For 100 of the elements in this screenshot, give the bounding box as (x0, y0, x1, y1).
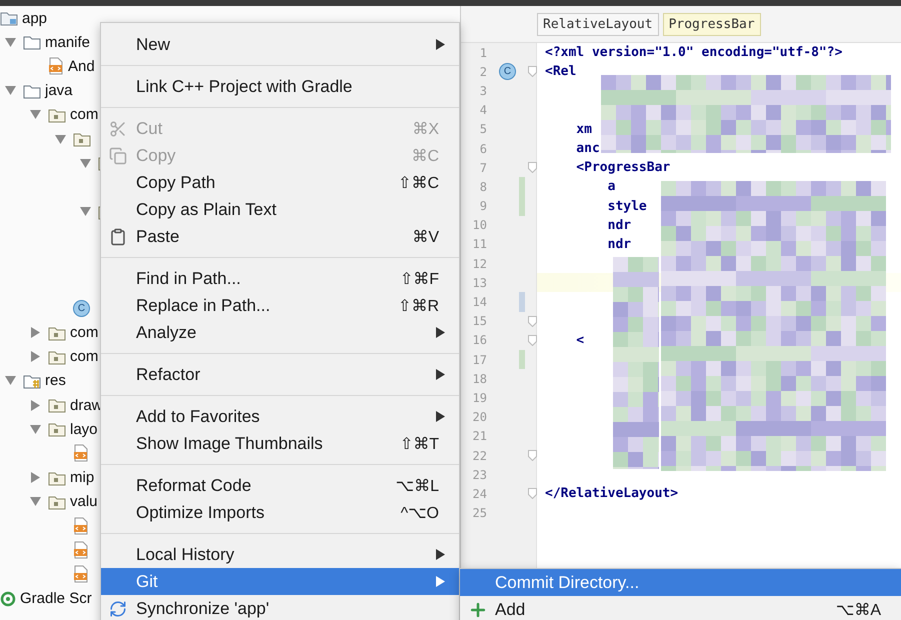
expanded-arrow-icon[interactable] (80, 206, 91, 218)
menu-item[interactable]: Refactor (101, 361, 459, 388)
package-folder-icon (48, 470, 66, 486)
package-folder-icon (48, 421, 66, 438)
menu-item[interactable]: Local History (101, 541, 459, 568)
tree-item-label[interactable]: mip (70, 469, 94, 486)
package-folder-icon (48, 348, 66, 365)
package-folder-icon (73, 131, 91, 148)
code-text: </RelativeLayout> (544, 486, 678, 502)
xml-file-icon (48, 57, 64, 76)
code-text: a (606, 179, 616, 194)
fold-marker-icon[interactable] (528, 162, 537, 174)
tree-item-label[interactable]: Gradle Scr (20, 590, 92, 608)
breadcrumb[interactable]: RelativeLayout (537, 12, 659, 36)
paste-icon (109, 228, 127, 246)
expanded-arrow-icon[interactable] (55, 134, 66, 145)
menu-item[interactable]: Show Image Thumbnails ⇧⌘T (101, 430, 459, 457)
fold-marker-icon[interactable] (528, 450, 537, 462)
menu-item[interactable]: Copy as Plain Text (101, 196, 459, 223)
expanded-arrow-icon[interactable] (30, 496, 41, 508)
menu-item[interactable]: Git (101, 568, 459, 595)
line-number: 14 (472, 295, 487, 310)
class-icon: C (499, 63, 516, 80)
menu-item[interactable]: Paste ⌘V (101, 223, 459, 250)
collapsed-arrow-icon[interactable] (30, 327, 41, 338)
line-number: 10 (472, 218, 487, 232)
fold-marker-icon[interactable] (528, 316, 537, 327)
code-text: <?xml version="1.0" encoding="utf-8"?> (544, 45, 842, 60)
menu-item[interactable]: Optimize Imports ^⌥O (101, 499, 459, 526)
collapsed-arrow-icon[interactable] (30, 472, 41, 484)
expanded-arrow-icon[interactable] (5, 375, 16, 386)
xml-file-icon (73, 541, 89, 560)
tree-item-label[interactable]: app (22, 10, 48, 27)
expanded-arrow-icon[interactable] (5, 36, 16, 48)
menu-item[interactable]: Replace in Path... ⇧⌘R (101, 292, 459, 319)
line-number: 8 (478, 180, 487, 194)
fold-marker-icon[interactable] (528, 334, 537, 346)
menu-item[interactable]: New (101, 31, 459, 58)
line-number: 9 (478, 199, 487, 214)
code-text: <ProgressBar (575, 160, 670, 176)
menu-item[interactable]: Synchronize 'app' (101, 595, 459, 620)
collapsed-arrow-icon[interactable] (30, 400, 41, 411)
tree-item-label[interactable]: valu (70, 493, 98, 510)
line-number: 16 (472, 333, 487, 348)
menu-item[interactable]: Add to Favorites (101, 403, 459, 430)
menu-item[interactable]: Find in Path... ⇧⌘F (101, 265, 459, 292)
code-text: ndr (606, 218, 632, 233)
line-number: 2 (478, 64, 487, 79)
code-text: ndr (606, 236, 632, 252)
package-folder-icon (48, 106, 66, 123)
tree-item-label[interactable]: manife (45, 34, 90, 51)
tree-item-label[interactable]: com (70, 348, 98, 366)
line-number: 17 (472, 352, 487, 367)
sync-icon (109, 600, 127, 618)
line-number: 22 (472, 448, 487, 463)
tree-item-label[interactable]: And (68, 58, 95, 75)
class-icon: C (73, 300, 90, 317)
tree-item-label[interactable]: res (45, 372, 66, 390)
menu-item[interactable]: Commit Directory... (460, 569, 901, 596)
folder-icon (23, 34, 41, 50)
tree-item-label[interactable]: layo (70, 420, 98, 438)
line-number: 5 (478, 122, 487, 136)
breadcrumb[interactable]: ProgressBar (662, 12, 761, 36)
fold-marker-icon[interactable] (528, 66, 537, 78)
line-number: 3 (478, 84, 487, 98)
copy-icon (109, 146, 127, 164)
tree-item-label[interactable]: java (45, 82, 73, 100)
menu-item[interactable]: Copy Path ⇧⌘C (101, 169, 459, 196)
code-text: anc (575, 141, 600, 156)
line-number: 15 (472, 314, 487, 328)
line-number: 4 (478, 103, 487, 118)
menu-item[interactable]: Reformat Code ⌥⌘L (101, 472, 459, 499)
package-folder-icon (48, 324, 66, 341)
line-number: 1 (478, 46, 487, 60)
line-number: 25 (472, 506, 487, 520)
code-text: xm (575, 122, 592, 137)
package-folder-icon (48, 397, 66, 414)
tree-item-label[interactable]: com (70, 106, 98, 124)
tree-item-label[interactable]: com (70, 324, 98, 342)
line-number: 6 (478, 142, 487, 156)
menu-item[interactable]: Add ⌥⌘A (460, 596, 901, 620)
line-number: 20 (472, 410, 487, 424)
package-folder-icon (48, 494, 66, 510)
line-number: 7 (478, 160, 487, 175)
gradle-icon (0, 590, 16, 607)
line-number: 19 (472, 390, 487, 405)
line-number: 23 (472, 468, 487, 482)
resource-folder-icon (23, 372, 41, 389)
scissors-icon (109, 120, 127, 138)
expanded-arrow-icon[interactable] (5, 85, 16, 96)
expanded-arrow-icon[interactable] (30, 424, 41, 435)
collapsed-arrow-icon[interactable] (30, 351, 41, 362)
expanded-arrow-icon[interactable] (80, 158, 91, 169)
menu-item[interactable]: Analyze (101, 319, 459, 346)
menu-item[interactable]: Link C++ Project with Gradle (101, 73, 459, 100)
line-number: 13 (472, 276, 487, 290)
code-text: <Rel (544, 64, 576, 80)
expanded-arrow-icon[interactable] (30, 109, 41, 120)
xml-file-icon (73, 444, 89, 462)
fold-marker-icon[interactable] (528, 488, 537, 500)
